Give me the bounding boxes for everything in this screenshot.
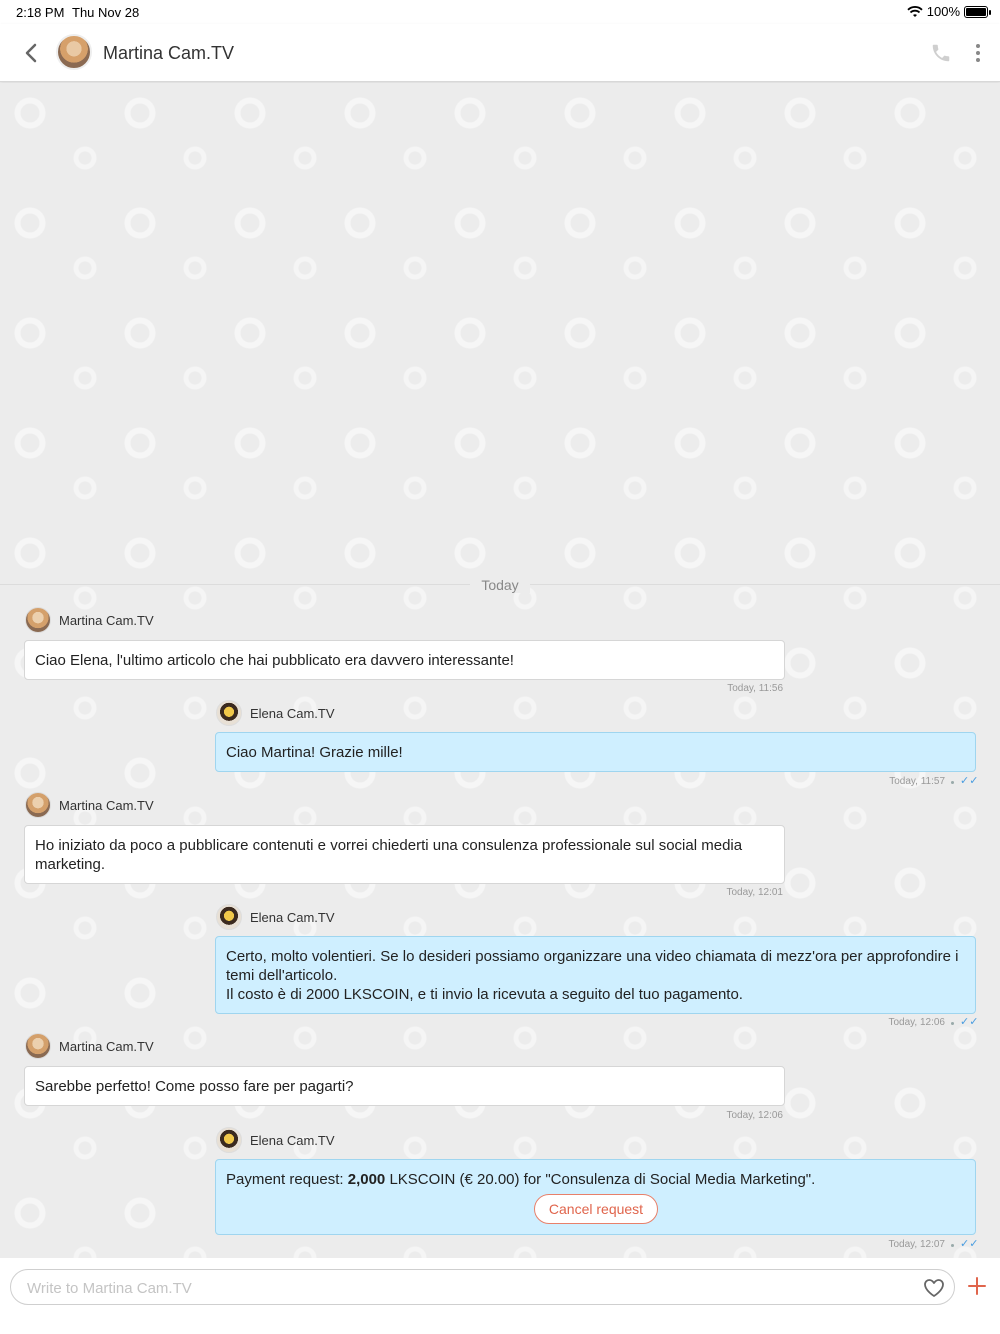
payment-suffix: LKSCOIN (€ 20.00) for "Consulenza di Soc…	[385, 1171, 816, 1188]
message-text: Ho iniziato da poco a pubblicare contenu…	[35, 837, 743, 873]
message-text: Ciao Martina! Grazie mille!	[226, 744, 403, 761]
message-composer	[0, 1258, 1000, 1334]
cancel-request-button[interactable]: Cancel request	[534, 1194, 658, 1224]
sender-name: Elena Cam.TV	[250, 909, 335, 925]
avatar[interactable]	[216, 1127, 242, 1153]
add-attachment-icon[interactable]	[966, 1275, 988, 1297]
message-timestamp: Today, 12:07	[888, 1239, 945, 1250]
message-bubble-outgoing[interactable]: Certo, molto volentieri. Se lo desideri …	[215, 936, 976, 1014]
chat-header: Martina Cam.TV	[0, 24, 1000, 82]
message-bubble-incoming[interactable]: Ciao Elena, l'ultimo articolo che hai pu…	[24, 640, 785, 680]
message-sender: Martina Cam.TV	[25, 792, 154, 818]
message-timestamp: Today, 12:01	[726, 887, 783, 898]
sender-name: Elena Cam.TV	[250, 1132, 335, 1148]
read-check-icon: ✓✓	[960, 1238, 979, 1250]
separator-dot	[951, 1022, 954, 1025]
contact-avatar[interactable]	[56, 34, 92, 70]
avatar[interactable]	[25, 607, 51, 633]
sender-name: Martina Cam.TV	[59, 612, 154, 628]
message-timestamp: Today, 11:57	[889, 776, 945, 787]
message-sender: Elena Cam.TV	[216, 1127, 335, 1153]
message-bubble-outgoing[interactable]: Ciao Martina! Grazie mille!	[215, 732, 976, 772]
message-timestamp: Today, 12:06	[726, 1110, 783, 1121]
heart-icon[interactable]	[922, 1276, 946, 1300]
message-text: Il costo è di 2000 LKSCOIN, e ti invio l…	[226, 986, 743, 1003]
message-text: Sarebbe perfetto! Come posso fare per pa…	[35, 1078, 354, 1095]
avatar[interactable]	[25, 1033, 51, 1059]
sender-name: Martina Cam.TV	[59, 1038, 154, 1054]
status-time: 2:18 PM	[16, 5, 65, 20]
avatar[interactable]	[25, 792, 51, 818]
read-check-icon: ✓✓	[960, 1016, 979, 1028]
separator-dot	[951, 781, 954, 784]
message-sender: Elena Cam.TV	[216, 700, 335, 726]
separator-dot	[951, 1244, 954, 1247]
avatar[interactable]	[216, 904, 242, 930]
message-input-wrapper[interactable]	[10, 1269, 955, 1305]
sender-name: Martina Cam.TV	[59, 797, 154, 813]
sender-name: Elena Cam.TV	[250, 705, 335, 721]
read-check-icon: ✓✓	[960, 775, 979, 787]
payment-prefix: Payment request:	[226, 1171, 348, 1188]
payment-amount: 2,000	[347, 1171, 386, 1188]
message-bubble-incoming[interactable]: Ho iniziato da poco a pubblicare contenu…	[24, 825, 785, 884]
payment-request-bubble[interactable]: Payment request: 2,000 LKSCOIN (€ 20.00)…	[215, 1159, 976, 1235]
battery-percent: 100%	[926, 4, 960, 19]
payment-request-text: Payment request: 2,000 LKSCOIN (€ 20.00)…	[226, 1170, 965, 1189]
status-right: 100%	[907, 4, 991, 19]
message-text: Certo, molto volentieri. Se lo desideri …	[226, 948, 959, 984]
contact-name[interactable]: Martina Cam.TV	[103, 43, 234, 64]
wifi-icon	[907, 5, 923, 17]
status-date: Thu Nov 28	[72, 5, 140, 20]
phone-icon[interactable]	[930, 42, 952, 64]
message-input[interactable]	[27, 1276, 907, 1300]
message-sender: Elena Cam.TV	[216, 904, 335, 930]
message-timestamp: Today, 11:56	[727, 683, 783, 694]
message-sender: Martina Cam.TV	[25, 1033, 154, 1059]
more-options-icon[interactable]	[968, 41, 988, 65]
back-arrow-icon[interactable]	[18, 38, 46, 68]
chat-area[interactable]: Today Martina Cam.TV Ciao Elena, l'ultim…	[0, 83, 1000, 1258]
day-label: Today	[470, 577, 530, 593]
battery-icon	[964, 5, 991, 18]
message-timestamp: Today, 12:06	[888, 1017, 945, 1028]
avatar[interactable]	[216, 700, 242, 726]
message-sender: Martina Cam.TV	[25, 607, 154, 633]
message-text: Ciao Elena, l'ultimo articolo che hai pu…	[35, 652, 514, 669]
status-bar: 2:18 PM Thu Nov 28 100%	[0, 0, 1000, 24]
message-bubble-incoming[interactable]: Sarebbe perfetto! Come posso fare per pa…	[24, 1066, 785, 1106]
